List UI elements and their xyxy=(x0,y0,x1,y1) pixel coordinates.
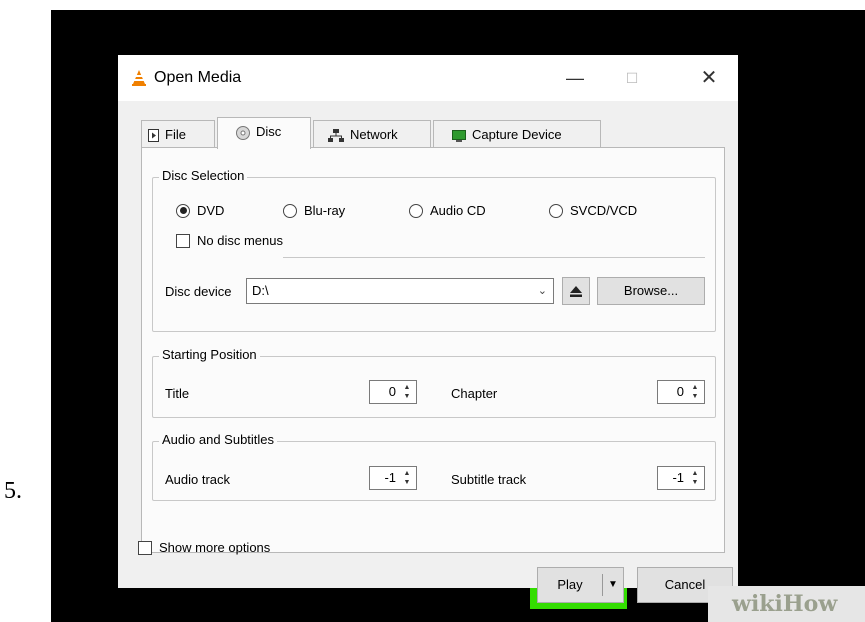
spin-arrows-icon[interactable]: ▲ ▼ xyxy=(400,469,414,487)
checkbox-box xyxy=(176,233,190,248)
show-more-options-label: Show more options xyxy=(159,540,271,555)
subtitle-track-value: -1 xyxy=(672,470,684,485)
window-title: Open Media xyxy=(154,69,242,86)
tab-disc-label: Disc xyxy=(256,124,282,139)
spin-arrows-icon[interactable]: ▲ ▼ xyxy=(688,383,702,401)
starting-position-title: Starting Position xyxy=(159,347,260,362)
tab-network-label: Network xyxy=(350,127,398,142)
eject-icon xyxy=(570,286,582,298)
open-media-dialog: Open Media — ☐ ✕ File Disc Network Captu… xyxy=(118,55,738,603)
audio-subtitles-title: Audio and Subtitles xyxy=(159,432,278,447)
tab-panel-disc: Disc Selection DVD Blu-ray Audio CD SVCD… xyxy=(141,147,725,553)
disc-device-combobox[interactable]: D:\ ⌄ xyxy=(246,278,554,304)
chapter-spinbox[interactable]: 0 ▲ ▼ xyxy=(657,380,705,404)
play-split-button: Play ▼ xyxy=(537,567,624,603)
browse-button[interactable]: Browse... xyxy=(597,277,705,305)
chapter-label: Chapter xyxy=(451,386,498,401)
chevron-down-icon: ⌄ xyxy=(537,285,547,297)
subtitle-track-spinbox[interactable]: -1 ▲ ▼ xyxy=(657,466,705,490)
capture-device-icon xyxy=(452,129,466,142)
audio-subtitles-group: Audio and Subtitles Audio track -1 ▲ ▼ Su… xyxy=(152,432,716,501)
radio-indicator xyxy=(549,203,563,218)
radio-dvd[interactable]: DVD xyxy=(176,203,224,218)
play-button[interactable]: Play xyxy=(538,568,602,602)
eject-button[interactable] xyxy=(562,277,590,305)
divider-line xyxy=(283,257,705,258)
title-bar[interactable]: Open Media — ☐ ✕ xyxy=(118,55,738,101)
audio-track-label: Audio track xyxy=(165,472,231,487)
title-value: 0 xyxy=(388,384,396,399)
wikihow-watermark: wikiHow xyxy=(708,586,865,622)
disc-selection-title: Disc Selection xyxy=(159,168,248,183)
title-label: Title xyxy=(165,386,190,401)
tab-capture-device[interactable]: Capture Device xyxy=(433,120,601,148)
show-more-options-checkbox[interactable]: Show more options xyxy=(138,540,270,555)
audio-track-value: -1 xyxy=(384,470,396,485)
vlc-cone-icon xyxy=(132,70,146,86)
starting-position-group: Starting Position Title 0 ▲ ▼ Chapter 0 ▲… xyxy=(152,347,716,418)
radio-bluray-label: Blu-ray xyxy=(304,203,346,218)
maximize-button[interactable]: ☐ xyxy=(617,63,647,93)
tab-file[interactable]: File xyxy=(141,120,215,148)
spin-arrows-icon[interactable]: ▲ ▼ xyxy=(688,469,702,487)
radio-bluray[interactable]: Blu-ray xyxy=(283,203,345,218)
subtitle-track-label: Subtitle track xyxy=(451,472,527,487)
radio-indicator xyxy=(409,203,423,218)
checkbox-box xyxy=(138,540,152,555)
spin-arrows-icon[interactable]: ▲ ▼ xyxy=(400,383,414,401)
play-dropdown-divider xyxy=(602,574,603,596)
file-icon xyxy=(148,129,159,143)
no-disc-menus-label: No disc menus xyxy=(197,233,283,248)
disc-device-value: D:\ xyxy=(252,283,269,298)
play-dropdown-arrow-icon[interactable]: ▼ xyxy=(604,568,622,602)
disc-selection-group: Disc Selection DVD Blu-ray Audio CD SVCD… xyxy=(152,168,716,332)
chapter-value: 0 xyxy=(676,384,684,399)
minimize-button[interactable]: — xyxy=(560,63,590,93)
radio-audio-cd[interactable]: Audio CD xyxy=(409,203,486,218)
disc-icon xyxy=(236,125,250,140)
radio-indicator xyxy=(283,203,297,218)
title-spinbox[interactable]: 0 ▲ ▼ xyxy=(369,380,417,404)
no-disc-menus-checkbox[interactable]: No disc menus xyxy=(176,233,283,248)
tab-network[interactable]: Network xyxy=(313,120,431,148)
tab-capture-device-label: Capture Device xyxy=(472,127,562,142)
tab-disc[interactable]: Disc xyxy=(217,117,311,149)
network-icon xyxy=(328,129,344,143)
radio-indicator xyxy=(176,203,190,218)
radio-svcd-vcd[interactable]: SVCD/VCD xyxy=(549,203,637,218)
disc-device-label: Disc device xyxy=(165,284,232,299)
radio-audio-cd-label: Audio CD xyxy=(430,203,486,218)
radio-svcd-vcd-label: SVCD/VCD xyxy=(570,203,638,218)
tab-file-label: File xyxy=(165,127,186,142)
audio-track-spinbox[interactable]: -1 ▲ ▼ xyxy=(369,466,417,490)
close-button[interactable]: ✕ xyxy=(694,63,724,93)
step-number: 5. xyxy=(4,478,22,504)
radio-dvd-label: DVD xyxy=(197,203,225,218)
